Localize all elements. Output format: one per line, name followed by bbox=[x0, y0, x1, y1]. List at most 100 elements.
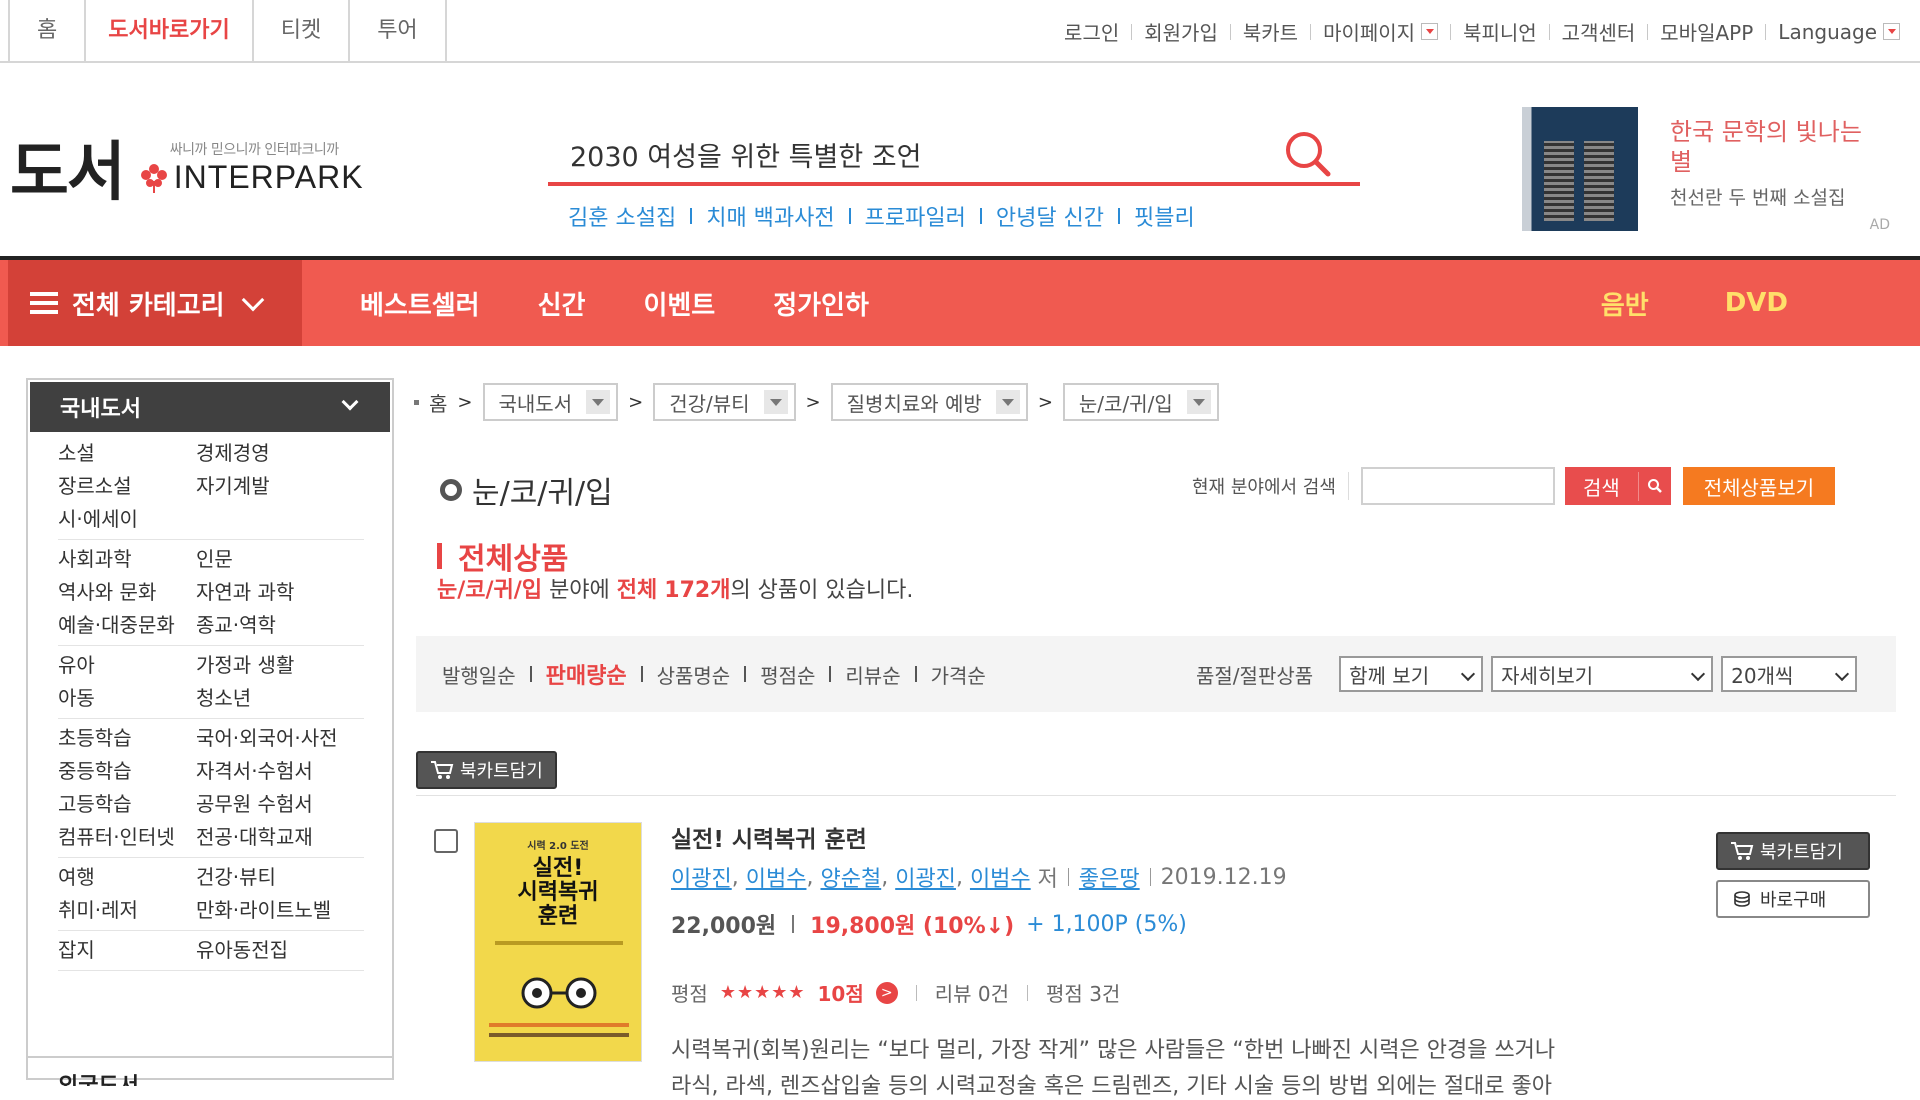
review-count[interactable]: 리뷰 0건 bbox=[935, 978, 1009, 1007]
sidebar-item[interactable]: 자격서·수험서 bbox=[196, 758, 364, 784]
author-link[interactable]: 이범수 bbox=[970, 861, 1031, 893]
sidebar-item[interactable]: 초등학습 bbox=[58, 725, 196, 751]
all-category-button[interactable]: 전체 카테고리 bbox=[8, 260, 302, 346]
tab-books[interactable]: 도서바로가기 bbox=[84, 0, 251, 63]
tab-home[interactable]: 홈 bbox=[8, 0, 84, 63]
search-icon[interactable] bbox=[1282, 128, 1334, 180]
header-ad-banner[interactable]: 한국 문학의 빛나는 별 천선란 두 번째 소설집 AD bbox=[1522, 107, 1892, 235]
sort-date[interactable]: 발행일순 bbox=[442, 660, 516, 689]
sidebar-item[interactable]: 역사와 문화 bbox=[58, 579, 196, 605]
sidebar-header[interactable]: 국내도서 bbox=[30, 382, 390, 432]
sidebar-item[interactable]: 컴퓨터·인터넷 bbox=[58, 824, 196, 850]
site-logo[interactable]: 도서 싸니까 믿으니까 인터파크니까 INTERPARK bbox=[10, 132, 364, 210]
sale-price: 19,800원 (10%↓) bbox=[810, 914, 1015, 939]
keyword-link[interactable]: 핏블리 bbox=[1134, 200, 1195, 232]
sidebar-item[interactable]: 공무원 수험서 bbox=[196, 791, 364, 817]
add-to-cart-bulk-button[interactable]: 북카트담기 bbox=[416, 751, 557, 789]
language-link[interactable]: Language bbox=[1778, 20, 1900, 44]
sort-price[interactable]: 가격순 bbox=[931, 660, 986, 689]
sidebar-item[interactable]: 경제경영 bbox=[196, 440, 364, 466]
mypage-link[interactable]: 마이페이지 bbox=[1323, 17, 1439, 46]
rating-count[interactable]: 평점 3건 bbox=[1046, 978, 1120, 1007]
field-search-input[interactable] bbox=[1360, 467, 1555, 505]
sort-rating[interactable]: 평점순 bbox=[760, 660, 815, 689]
buy-now-button[interactable]: 바로구매 bbox=[1716, 880, 1870, 918]
dropdown-icon[interactable] bbox=[1421, 23, 1439, 40]
detail-select[interactable]: 자세히보기 bbox=[1491, 656, 1714, 692]
sidebar-item[interactable]: 청소년 bbox=[196, 685, 364, 711]
mobile-app-link[interactable]: 모바일APP bbox=[1660, 17, 1753, 46]
nav-event[interactable]: 이벤트 bbox=[643, 285, 715, 322]
field-search-button[interactable]: 검색 bbox=[1564, 467, 1671, 505]
sidebar-item[interactable]: 중등학습 bbox=[58, 758, 196, 784]
search-input[interactable] bbox=[570, 128, 1270, 180]
sidebar-item[interactable]: 유아 bbox=[58, 652, 196, 678]
product-cover[interactable]: 시력 2.0 도전 실전! 시력복귀 훈련 bbox=[474, 822, 642, 1062]
keyword-link[interactable]: 치매 백과사전 bbox=[706, 200, 834, 232]
chevron-down-icon bbox=[763, 390, 788, 414]
main-nav: 전체 카테고리 베스트셀러 신간 이벤트 정가인하 음반 DVD bbox=[0, 256, 1920, 346]
keyword-link[interactable]: 안녕달 신간 bbox=[996, 200, 1104, 232]
sidebar-item[interactable]: 사회과학 bbox=[58, 546, 196, 572]
sidebar-item[interactable]: 가정과 생활 bbox=[196, 652, 364, 678]
sidebar-foreign-books[interactable]: 외국도서 bbox=[28, 1056, 392, 1086]
per-page-select[interactable]: 20개씩 bbox=[1721, 656, 1858, 692]
nav-new[interactable]: 신간 bbox=[538, 285, 586, 322]
sidebar-item[interactable]: 전공·대학교재 bbox=[196, 824, 364, 850]
view-all-button[interactable]: 전체상품보기 bbox=[1682, 467, 1835, 505]
login-link[interactable]: 로그인 bbox=[1064, 17, 1119, 46]
sidebar-item[interactable]: 소설 bbox=[58, 440, 196, 466]
sidebar-item[interactable]: 여행 bbox=[58, 864, 196, 890]
keyword-link[interactable]: 프로파일러 bbox=[865, 200, 966, 232]
breadcrumb-select[interactable]: 건강/뷰티 bbox=[653, 383, 796, 421]
sidebar-item[interactable]: 종교·역학 bbox=[196, 612, 364, 638]
sidebar-item[interactable]: 예술·대중문화 bbox=[58, 612, 196, 638]
nav-dvd[interactable]: DVD bbox=[1725, 288, 1788, 318]
nav-music[interactable]: 음반 bbox=[1601, 285, 1649, 322]
author-link[interactable]: 이범수 bbox=[746, 861, 807, 893]
sidebar-item[interactable]: 아동 bbox=[58, 685, 196, 711]
sidebar-item[interactable]: 만화·라이트노벨 bbox=[196, 897, 364, 923]
sidebar-item[interactable]: 시·에세이 bbox=[58, 506, 196, 532]
bookcart-link[interactable]: 북카트 bbox=[1243, 17, 1298, 46]
sidebar-item[interactable]: 취미·레저 bbox=[58, 897, 196, 923]
nav-price-down[interactable]: 정가인하 bbox=[773, 285, 869, 322]
sort-name[interactable]: 상품명순 bbox=[657, 660, 731, 689]
sidebar-item[interactable]: 잡지 bbox=[58, 937, 196, 963]
view-mode-select[interactable]: 함께 보기 bbox=[1339, 656, 1484, 692]
bookpinion-link[interactable]: 북피니언 bbox=[1463, 17, 1537, 46]
publish-date: 2019.12.19 bbox=[1160, 864, 1287, 890]
publisher-link[interactable]: 좋은땅 bbox=[1079, 861, 1140, 893]
sort-sales[interactable]: 판매량순 bbox=[546, 658, 627, 690]
tab-ticket[interactable]: 티켓 bbox=[251, 0, 348, 63]
breadcrumb-select[interactable]: 눈/코/귀/입 bbox=[1062, 383, 1219, 421]
author-link[interactable]: 이광진 bbox=[895, 861, 956, 893]
dropdown-icon[interactable] bbox=[1883, 23, 1900, 40]
product-description: 시력복귀(회복)원리는 “보다 멀리, 가장 작게” 많은 사람들은 “한번 나… bbox=[671, 1038, 1556, 1063]
sort-review[interactable]: 리뷰순 bbox=[845, 660, 900, 689]
sidebar-item[interactable]: 국어·외국어·사전 bbox=[196, 725, 364, 751]
signup-link[interactable]: 회원가입 bbox=[1144, 17, 1218, 46]
tab-tour[interactable]: 투어 bbox=[348, 0, 447, 63]
sidebar-item[interactable]: 자기계발 bbox=[196, 473, 364, 499]
customer-center-link[interactable]: 고객센터 bbox=[1562, 17, 1636, 46]
nav-bestseller[interactable]: 베스트셀러 bbox=[360, 285, 480, 322]
add-to-cart-button[interactable]: 북카트담기 bbox=[1716, 832, 1870, 870]
product-title[interactable]: 실전! 시력복귀 훈련 bbox=[671, 820, 867, 854]
breadcrumb-home[interactable]: 홈 bbox=[429, 388, 447, 417]
product-checkbox[interactable] bbox=[434, 829, 458, 853]
breadcrumb-select[interactable]: 질병치료와 예방 bbox=[830, 383, 1028, 421]
author-link[interactable]: 양순철 bbox=[820, 861, 881, 893]
chevron-right-icon[interactable]: > bbox=[875, 981, 898, 1004]
sidebar-item[interactable]: 건강·뷰티 bbox=[196, 864, 364, 890]
product-price: 22,000원 19,800원 (10%↓) + 1,100P (5%) bbox=[671, 908, 1187, 940]
author-link[interactable]: 이광진 bbox=[671, 861, 732, 893]
sidebar-item[interactable]: 고등학습 bbox=[58, 791, 196, 817]
sidebar-item[interactable]: 자연과 과학 bbox=[196, 579, 364, 605]
breadcrumb-select[interactable]: 국내도서 bbox=[482, 383, 619, 421]
sidebar-item[interactable]: 유아동전집 bbox=[196, 937, 364, 963]
sidebar-item[interactable]: 인문 bbox=[196, 546, 364, 572]
language-label: Language bbox=[1778, 19, 1877, 44]
sidebar-item[interactable]: 장르소설 bbox=[58, 473, 196, 499]
keyword-link[interactable]: 김훈 소설집 bbox=[568, 200, 676, 232]
